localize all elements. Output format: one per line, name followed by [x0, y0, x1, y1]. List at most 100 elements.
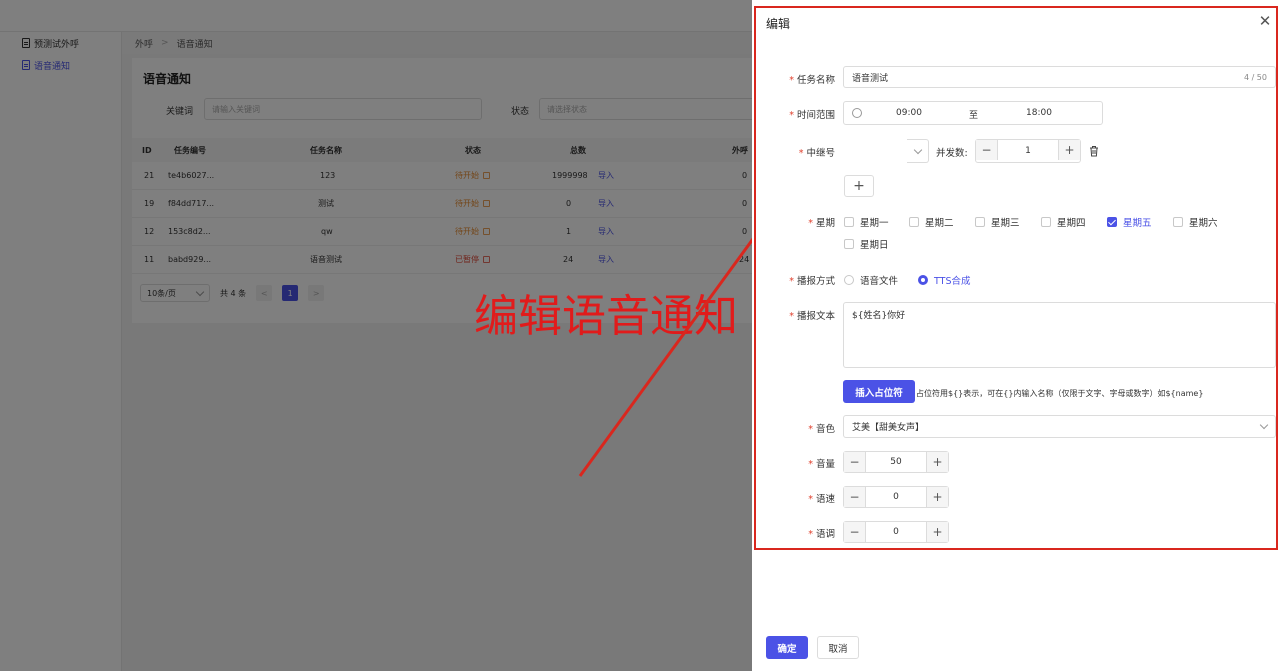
pitch-label: * 语调: [808, 526, 835, 540]
end-time[interactable]: 18:00: [1026, 108, 1052, 118]
checkbox-label: 星期二: [925, 218, 954, 229]
increment-button[interactable]: +: [926, 487, 948, 507]
cancel-button[interactable]: 取消: [817, 636, 859, 659]
time-range-label: * 时间范围: [789, 107, 835, 121]
play-text-textarea[interactable]: ${姓名}你好: [843, 302, 1276, 368]
radio-tts[interactable]: TTS合成: [918, 273, 970, 287]
close-icon[interactable]: ✕: [1258, 14, 1272, 29]
annotation-label: 编辑语音通知: [474, 291, 738, 342]
required-mark: *: [789, 75, 794, 86]
checkbox-sunday[interactable]: 星期日: [844, 237, 889, 251]
decrement-button[interactable]: −: [844, 452, 866, 472]
required-mark: *: [808, 218, 813, 229]
checkbox-label: 星期三: [991, 218, 1020, 229]
radio-label: TTS合成: [934, 276, 971, 287]
task-name-input[interactable]: 语音测试 4 / 50: [843, 66, 1276, 88]
increment-button[interactable]: +: [1058, 140, 1080, 160]
label-text: 中继号: [806, 148, 835, 159]
relay-select[interactable]: [843, 139, 929, 163]
concurrency-label: 并发数:: [936, 148, 968, 159]
checkbox-thursday[interactable]: 星期四: [1041, 215, 1086, 229]
add-relay-button[interactable]: +: [844, 175, 874, 197]
voice-select[interactable]: 艾美【甜美女声】: [843, 415, 1276, 438]
drawer-title: 编辑: [766, 17, 791, 31]
weekday-label: * 星期: [808, 215, 835, 229]
checkbox-label: 星期六: [1189, 218, 1218, 229]
checkbox-box[interactable]: [1173, 217, 1183, 227]
radio-audio-file[interactable]: 语音文件: [844, 273, 898, 287]
decrement-button[interactable]: −: [844, 487, 866, 507]
required-mark: *: [789, 276, 794, 287]
pitch-stepper[interactable]: − 0 +: [843, 521, 949, 543]
required-mark: *: [808, 494, 813, 505]
label-text: 语调: [815, 529, 835, 540]
label-text: 语速: [815, 494, 835, 505]
range-separator: 至: [969, 111, 979, 121]
checkbox-saturday[interactable]: 星期六: [1173, 215, 1218, 229]
increment-button[interactable]: +: [926, 522, 948, 542]
checkbox-label: 星期四: [1057, 218, 1086, 229]
placeholder-hint: 占位符用${}表示，可在{}内输入名称（仅限于文字、字母或数字）如${name}: [916, 389, 1204, 398]
time-range-picker[interactable]: 09:00 至 18:00: [843, 101, 1103, 125]
decrement-button[interactable]: −: [976, 140, 998, 160]
checkbox-monday[interactable]: 星期一: [844, 215, 889, 229]
checkbox-box[interactable]: [909, 217, 919, 227]
voice-value: 艾美【甜美女声】: [852, 423, 925, 433]
play-text-label: * 播报文本: [789, 308, 835, 322]
required-mark: *: [789, 110, 794, 121]
label-text: 播报方式: [796, 276, 835, 287]
confirm-button[interactable]: 确定: [766, 636, 808, 659]
checkbox-box[interactable]: [844, 239, 854, 249]
checkbox-label: 星期一: [860, 218, 889, 229]
checkbox-box[interactable]: [844, 217, 854, 227]
edit-drawer: 编辑 ✕ * 任务名称 语音测试 4 / 50 * 时间范围 09:00 至 18:…: [752, 0, 1280, 671]
play-mode-label: * 播报方式: [789, 273, 835, 287]
clock-icon: [852, 108, 862, 118]
volume-value[interactable]: 50: [866, 452, 926, 472]
task-name-label: * 任务名称: [789, 72, 835, 86]
checkbox-box[interactable]: [1107, 217, 1117, 227]
checkbox-box[interactable]: [1041, 217, 1051, 227]
checkbox-label: 星期日: [860, 240, 889, 251]
chevron-down-icon: [913, 145, 922, 154]
play-text-value: ${姓名}你好: [852, 311, 906, 321]
chevron-down-icon: [1259, 420, 1269, 430]
volume-stepper[interactable]: − 50 +: [843, 451, 949, 473]
required-mark: *: [789, 311, 794, 322]
insert-placeholder-button[interactable]: 插入占位符: [843, 380, 915, 403]
radio-circle[interactable]: [844, 275, 854, 285]
relay-label: * 中继号: [799, 145, 835, 159]
relay-dropdown-toggle[interactable]: [907, 139, 929, 163]
label-text: 时间范围: [796, 110, 835, 121]
start-time[interactable]: 09:00: [896, 108, 922, 118]
increment-button[interactable]: +: [926, 452, 948, 472]
required-mark: *: [808, 424, 813, 435]
label-text: 音色: [815, 424, 835, 435]
checkbox-label: 星期五: [1123, 218, 1152, 229]
volume-label: * 音量: [808, 456, 835, 470]
speed-value[interactable]: 0: [866, 487, 926, 507]
label-text: 任务名称: [796, 75, 835, 86]
checkbox-box[interactable]: [975, 217, 985, 227]
checkbox-friday[interactable]: 星期五: [1107, 215, 1152, 229]
voice-label: * 音色: [808, 421, 835, 435]
required-mark: *: [808, 529, 813, 540]
concurrency-value[interactable]: 1: [998, 140, 1058, 162]
concurrency-stepper[interactable]: − 1 +: [975, 139, 1081, 163]
speed-stepper[interactable]: − 0 +: [843, 486, 949, 508]
task-name-value: 语音测试: [852, 73, 889, 84]
char-count: 4 / 50: [1243, 72, 1267, 82]
label-text: 播报文本: [796, 311, 835, 322]
radio-circle[interactable]: [918, 275, 928, 285]
checkbox-tuesday[interactable]: 星期二: [909, 215, 954, 229]
speed-label: * 语速: [808, 491, 835, 505]
trash-icon[interactable]: [1089, 145, 1099, 157]
pitch-value[interactable]: 0: [866, 522, 926, 542]
required-mark: *: [798, 148, 804, 159]
label-text: 音量: [815, 459, 835, 470]
label-text: 星期: [815, 218, 835, 229]
radio-label: 语音文件: [860, 276, 899, 287]
required-mark: *: [808, 459, 813, 470]
checkbox-wednesday[interactable]: 星期三: [975, 215, 1020, 229]
decrement-button[interactable]: −: [844, 522, 866, 542]
